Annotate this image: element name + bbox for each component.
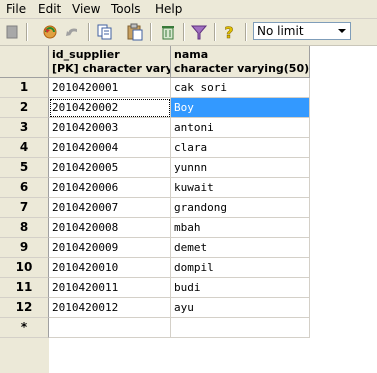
cell-nama[interactable]: yunnn bbox=[171, 158, 310, 178]
grid-corner[interactable] bbox=[0, 46, 49, 78]
column-type: [PK] character varying bbox=[52, 62, 170, 75]
filter-icon[interactable] bbox=[189, 22, 209, 42]
cell-id-supplier[interactable]: 2010420008 bbox=[49, 218, 171, 238]
toolbar-separator bbox=[88, 23, 90, 41]
delete-icon[interactable] bbox=[158, 22, 178, 42]
cell-nama[interactable]: dompil bbox=[171, 258, 310, 278]
menu-bar: File Edit View Tools Help bbox=[0, 0, 377, 19]
cell-id-supplier[interactable]: 2010420010 bbox=[49, 258, 171, 278]
cell-id-supplier[interactable]: 2010420001 bbox=[49, 78, 171, 98]
column-name: id_supplier bbox=[52, 48, 120, 61]
svg-text:?: ? bbox=[224, 23, 233, 41]
column-header-id-supplier[interactable]: id_supplier [PK] character varying bbox=[49, 46, 171, 78]
toolbar-separator bbox=[26, 23, 28, 41]
cell-id-supplier[interactable]: 2010420002 bbox=[49, 98, 171, 118]
menu-help[interactable]: Help bbox=[155, 1, 182, 17]
row-header[interactable]: 5 bbox=[0, 158, 49, 178]
row-limit-select[interactable]: No limit bbox=[253, 22, 351, 40]
cell-id-supplier[interactable]: 2010420003 bbox=[49, 118, 171, 138]
cell-nama[interactable]: kuwait bbox=[171, 178, 310, 198]
toolbar-separator bbox=[214, 23, 216, 41]
row-header[interactable]: 7 bbox=[0, 198, 49, 218]
menu-file[interactable]: File bbox=[6, 1, 26, 17]
toolbar-separator bbox=[245, 23, 247, 41]
row-header[interactable]: 11 bbox=[0, 278, 49, 298]
cell-id-supplier[interactable]: 2010420012 bbox=[49, 298, 171, 318]
row-header[interactable]: 9 bbox=[0, 238, 49, 258]
cell-nama[interactable]: antoni bbox=[171, 118, 310, 138]
cell-nama[interactable]: budi bbox=[171, 278, 310, 298]
row-header[interactable]: 10 bbox=[0, 258, 49, 278]
column-header-nama[interactable]: nama character varying(50) bbox=[171, 46, 310, 78]
cell-id-supplier[interactable]: 2010420009 bbox=[49, 238, 171, 258]
cell-nama[interactable]: mbah bbox=[171, 218, 310, 238]
chevron-down-icon[interactable] bbox=[335, 24, 349, 38]
new-row-cell[interactable] bbox=[171, 318, 310, 338]
cell-id-supplier[interactable]: 2010420006 bbox=[49, 178, 171, 198]
menu-edit[interactable]: Edit bbox=[38, 1, 61, 17]
row-header[interactable]: 3 bbox=[0, 118, 49, 138]
new-row-marker[interactable]: * bbox=[0, 318, 49, 338]
cell-id-supplier[interactable]: 2010420004 bbox=[49, 138, 171, 158]
refresh-icon[interactable] bbox=[40, 22, 60, 42]
row-header[interactable]: 1 bbox=[0, 78, 49, 98]
cell-id-supplier[interactable]: 2010420007 bbox=[49, 198, 171, 218]
cell-nama[interactable]: cak sori bbox=[171, 78, 310, 98]
row-limit-value: No limit bbox=[257, 24, 304, 38]
row-header[interactable]: 4 bbox=[0, 138, 49, 158]
paste-icon[interactable] bbox=[125, 22, 145, 42]
toolbar-separator bbox=[183, 23, 185, 41]
menu-view[interactable]: View bbox=[72, 1, 100, 17]
row-header[interactable]: 8 bbox=[0, 218, 49, 238]
help-icon[interactable]: ? bbox=[219, 22, 239, 42]
new-row-cell[interactable] bbox=[49, 318, 171, 338]
grip-icon bbox=[2, 22, 22, 42]
menu-tools[interactable]: Tools bbox=[111, 1, 141, 17]
copy-icon[interactable] bbox=[94, 22, 114, 42]
undo-icon[interactable] bbox=[63, 22, 83, 42]
toolbar-separator bbox=[150, 23, 152, 41]
cell-nama[interactable]: ayu bbox=[171, 298, 310, 318]
cell-nama[interactable]: grandong bbox=[171, 198, 310, 218]
column-name: nama bbox=[174, 48, 209, 61]
row-header[interactable]: 6 bbox=[0, 178, 49, 198]
cell-id-supplier[interactable]: 2010420011 bbox=[49, 278, 171, 298]
column-type: character varying(50) bbox=[174, 62, 310, 75]
row-header[interactable]: 12 bbox=[0, 298, 49, 318]
cell-nama[interactable]: clara bbox=[171, 138, 310, 158]
row-header[interactable]: 2 bbox=[0, 98, 49, 118]
cell-nama[interactable]: demet bbox=[171, 238, 310, 258]
cell-id-supplier[interactable]: 2010420005 bbox=[49, 158, 171, 178]
cell-nama[interactable]: Boy bbox=[171, 98, 310, 118]
